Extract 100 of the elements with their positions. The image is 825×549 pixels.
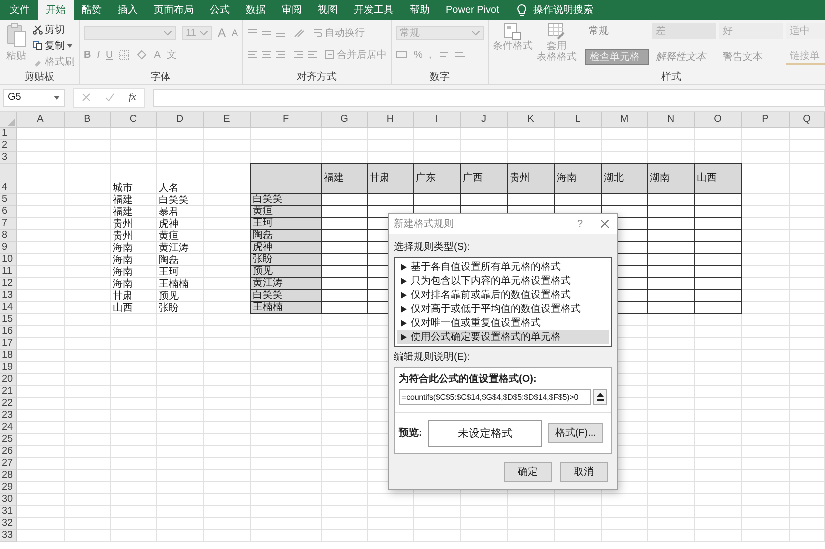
column-header[interactable]: N <box>648 112 695 128</box>
border-icon[interactable] <box>119 50 130 60</box>
ribbon-tab[interactable]: 视图 <box>310 0 346 20</box>
select-all-icon[interactable] <box>8 119 15 126</box>
table-icon <box>548 23 566 41</box>
column-header[interactable]: E <box>204 112 251 128</box>
row-header[interactable]: 15 <box>0 314 17 326</box>
cancel-icon[interactable] <box>82 93 91 102</box>
tell-me-search[interactable]: 操作说明搜索 <box>533 3 594 17</box>
column-header[interactable]: M <box>602 112 648 128</box>
insert-function-button[interactable]: fx <box>129 92 136 103</box>
ribbon-tab[interactable]: 开发工具 <box>346 0 402 20</box>
row-header[interactable]: 16 <box>0 326 17 338</box>
row-header[interactable]: 12 <box>0 278 17 290</box>
caret-icon <box>200 30 208 36</box>
row-header[interactable]: 18 <box>0 350 17 362</box>
column-header[interactable]: C <box>111 112 157 128</box>
row-header[interactable]: 4 <box>0 164 17 194</box>
row-header[interactable]: 27 <box>0 458 17 470</box>
row-header[interactable]: 30 <box>0 494 17 506</box>
orientation-icon[interactable] <box>293 28 308 38</box>
table-cell: 黄疸 <box>251 206 321 217</box>
copy-button[interactable]: 复制 <box>33 39 75 53</box>
column-header[interactable]: J <box>461 112 508 128</box>
fill-color-icon[interactable] <box>136 50 148 60</box>
rule-type-item[interactable]: 仅对排名靠前或靠后的数值设置格式 <box>397 288 609 302</box>
table-cell-text: 福建 <box>112 206 134 218</box>
row-header[interactable]: 28 <box>0 470 17 482</box>
ribbon-tab[interactable]: 审阅 <box>274 0 310 20</box>
column-header[interactable]: D <box>157 112 204 128</box>
row-header[interactable]: 10 <box>0 254 17 266</box>
font-name-dropdown[interactable] <box>84 26 176 40</box>
column-header[interactable]: P <box>742 112 790 128</box>
column-header[interactable]: Q <box>790 112 825 128</box>
row-header[interactable]: 11 <box>0 266 17 278</box>
column-header[interactable]: H <box>368 112 414 128</box>
row-header[interactable]: 5 <box>0 194 17 206</box>
row-header[interactable]: 9 <box>0 242 17 254</box>
rule-type-item[interactable]: 仅对高于或低于平均值的数值设置格式 <box>397 302 609 316</box>
dialog-title: 新建格式规则 <box>394 218 455 231</box>
ribbon-tab[interactable]: 酷赞 <box>74 0 110 20</box>
row-header[interactable]: 21 <box>0 386 17 398</box>
formula-field[interactable]: =countifs($C$5:$C$14,$G$4,$D$5:$D$14,$F$5)>0 <box>399 389 591 405</box>
row-header[interactable]: 32 <box>0 518 17 530</box>
row-header[interactable]: 33 <box>0 530 17 542</box>
ribbon-tab[interactable]: 页面布局 <box>146 0 202 20</box>
ok-button[interactable]: 确定 <box>504 462 552 482</box>
column-header[interactable]: I <box>414 112 461 128</box>
group-label: 剪贴板 <box>24 70 56 84</box>
table-cell: 王珂 <box>251 218 321 229</box>
row-header[interactable]: 20 <box>0 374 17 386</box>
row-header[interactable]: 26 <box>0 446 17 458</box>
cut-button[interactable]: 剪切 <box>33 23 75 37</box>
column-header[interactable]: O <box>695 112 742 128</box>
format-button[interactable]: 格式(F)... <box>548 423 604 443</box>
cancel-button[interactable]: 取消 <box>560 462 608 482</box>
row-header[interactable]: 23 <box>0 410 17 422</box>
collapse-button[interactable] <box>593 389 607 405</box>
column-header[interactable]: F <box>251 112 322 128</box>
indent-icon[interactable] <box>293 50 320 60</box>
align-left-icon[interactable] <box>247 50 288 60</box>
rule-type-item[interactable]: 仅对唯一值或重复值设置格式 <box>397 316 609 330</box>
align-top-icon[interactable] <box>247 28 288 38</box>
column-header[interactable]: L <box>555 112 602 128</box>
row-header[interactable]: 8 <box>0 230 17 242</box>
ribbon-tab[interactable]: 数据 <box>238 0 274 20</box>
formula-input[interactable] <box>153 88 825 106</box>
ribbon-tab[interactable]: 文件 <box>2 0 38 20</box>
row-header[interactable]: 25 <box>0 434 17 446</box>
column-header[interactable]: A <box>17 112 65 128</box>
rule-type-item[interactable]: 只为包含以下内容的单元格设置格式 <box>397 274 609 288</box>
row-header[interactable]: 3 <box>0 152 17 164</box>
row-header[interactable]: 2 <box>0 140 17 152</box>
name-box[interactable]: G5 <box>3 88 65 106</box>
close-icon[interactable] <box>601 220 609 228</box>
ribbon-tab[interactable]: 插入 <box>110 0 146 20</box>
ribbon-tab[interactable]: 公式 <box>202 0 238 20</box>
column-header[interactable]: B <box>65 112 111 128</box>
check-icon[interactable] <box>105 93 115 102</box>
row-header[interactable]: 13 <box>0 290 17 302</box>
table-cell-text: 人名 <box>158 182 180 194</box>
row-header[interactable]: 19 <box>0 362 17 374</box>
row-header[interactable]: 22 <box>0 398 17 410</box>
row-header[interactable]: 31 <box>0 506 17 518</box>
row-header[interactable]: 6 <box>0 206 17 218</box>
ribbon-tab[interactable]: Power Pivot <box>438 0 508 20</box>
row-header[interactable]: 1 <box>0 128 17 140</box>
row-header[interactable]: 14 <box>0 302 17 314</box>
group-label: 数字 <box>429 70 452 84</box>
row-header[interactable]: 17 <box>0 338 17 350</box>
row-header[interactable]: 7 <box>0 218 17 230</box>
ribbon-tab[interactable]: 帮助 <box>402 0 438 20</box>
help-button[interactable]: ? <box>577 218 583 230</box>
row-header[interactable]: 29 <box>0 482 17 494</box>
ribbon-tab[interactable]: 开始 <box>38 0 74 20</box>
rule-type-item[interactable]: 基于各自值设置所有单元格的格式 <box>397 260 609 274</box>
row-header[interactable]: 24 <box>0 422 17 434</box>
column-header[interactable]: G <box>322 112 368 128</box>
rule-type-item[interactable]: 使用公式确定要设置格式的单元格 <box>397 330 609 344</box>
column-header[interactable]: K <box>508 112 555 128</box>
